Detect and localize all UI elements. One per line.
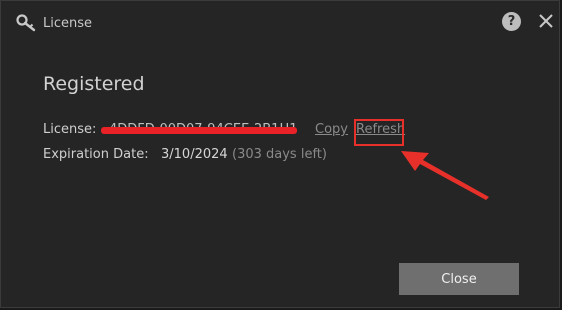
copy-link[interactable]: Copy: [315, 122, 348, 137]
key-icon: [16, 14, 36, 32]
annotation-arrow-icon: [401, 151, 489, 200]
annotation-highlight-box: [354, 119, 404, 146]
window-title: License: [43, 16, 93, 31]
days-left: (303 days left): [232, 147, 327, 162]
help-icon[interactable]: ?: [502, 12, 521, 31]
expiration-date: 3/10/2024: [161, 147, 228, 162]
license-dialog: License ? Registered License: 4DDFD-00D0…: [0, 0, 560, 308]
registration-status: Registered: [43, 73, 145, 95]
expiration-label: Expiration Date:: [43, 147, 149, 162]
close-button[interactable]: Close: [399, 263, 519, 295]
close-icon[interactable]: [537, 12, 555, 30]
titlebar: License ?: [1, 1, 559, 45]
redaction-mark: [101, 127, 297, 134]
license-label: License:: [43, 122, 97, 137]
